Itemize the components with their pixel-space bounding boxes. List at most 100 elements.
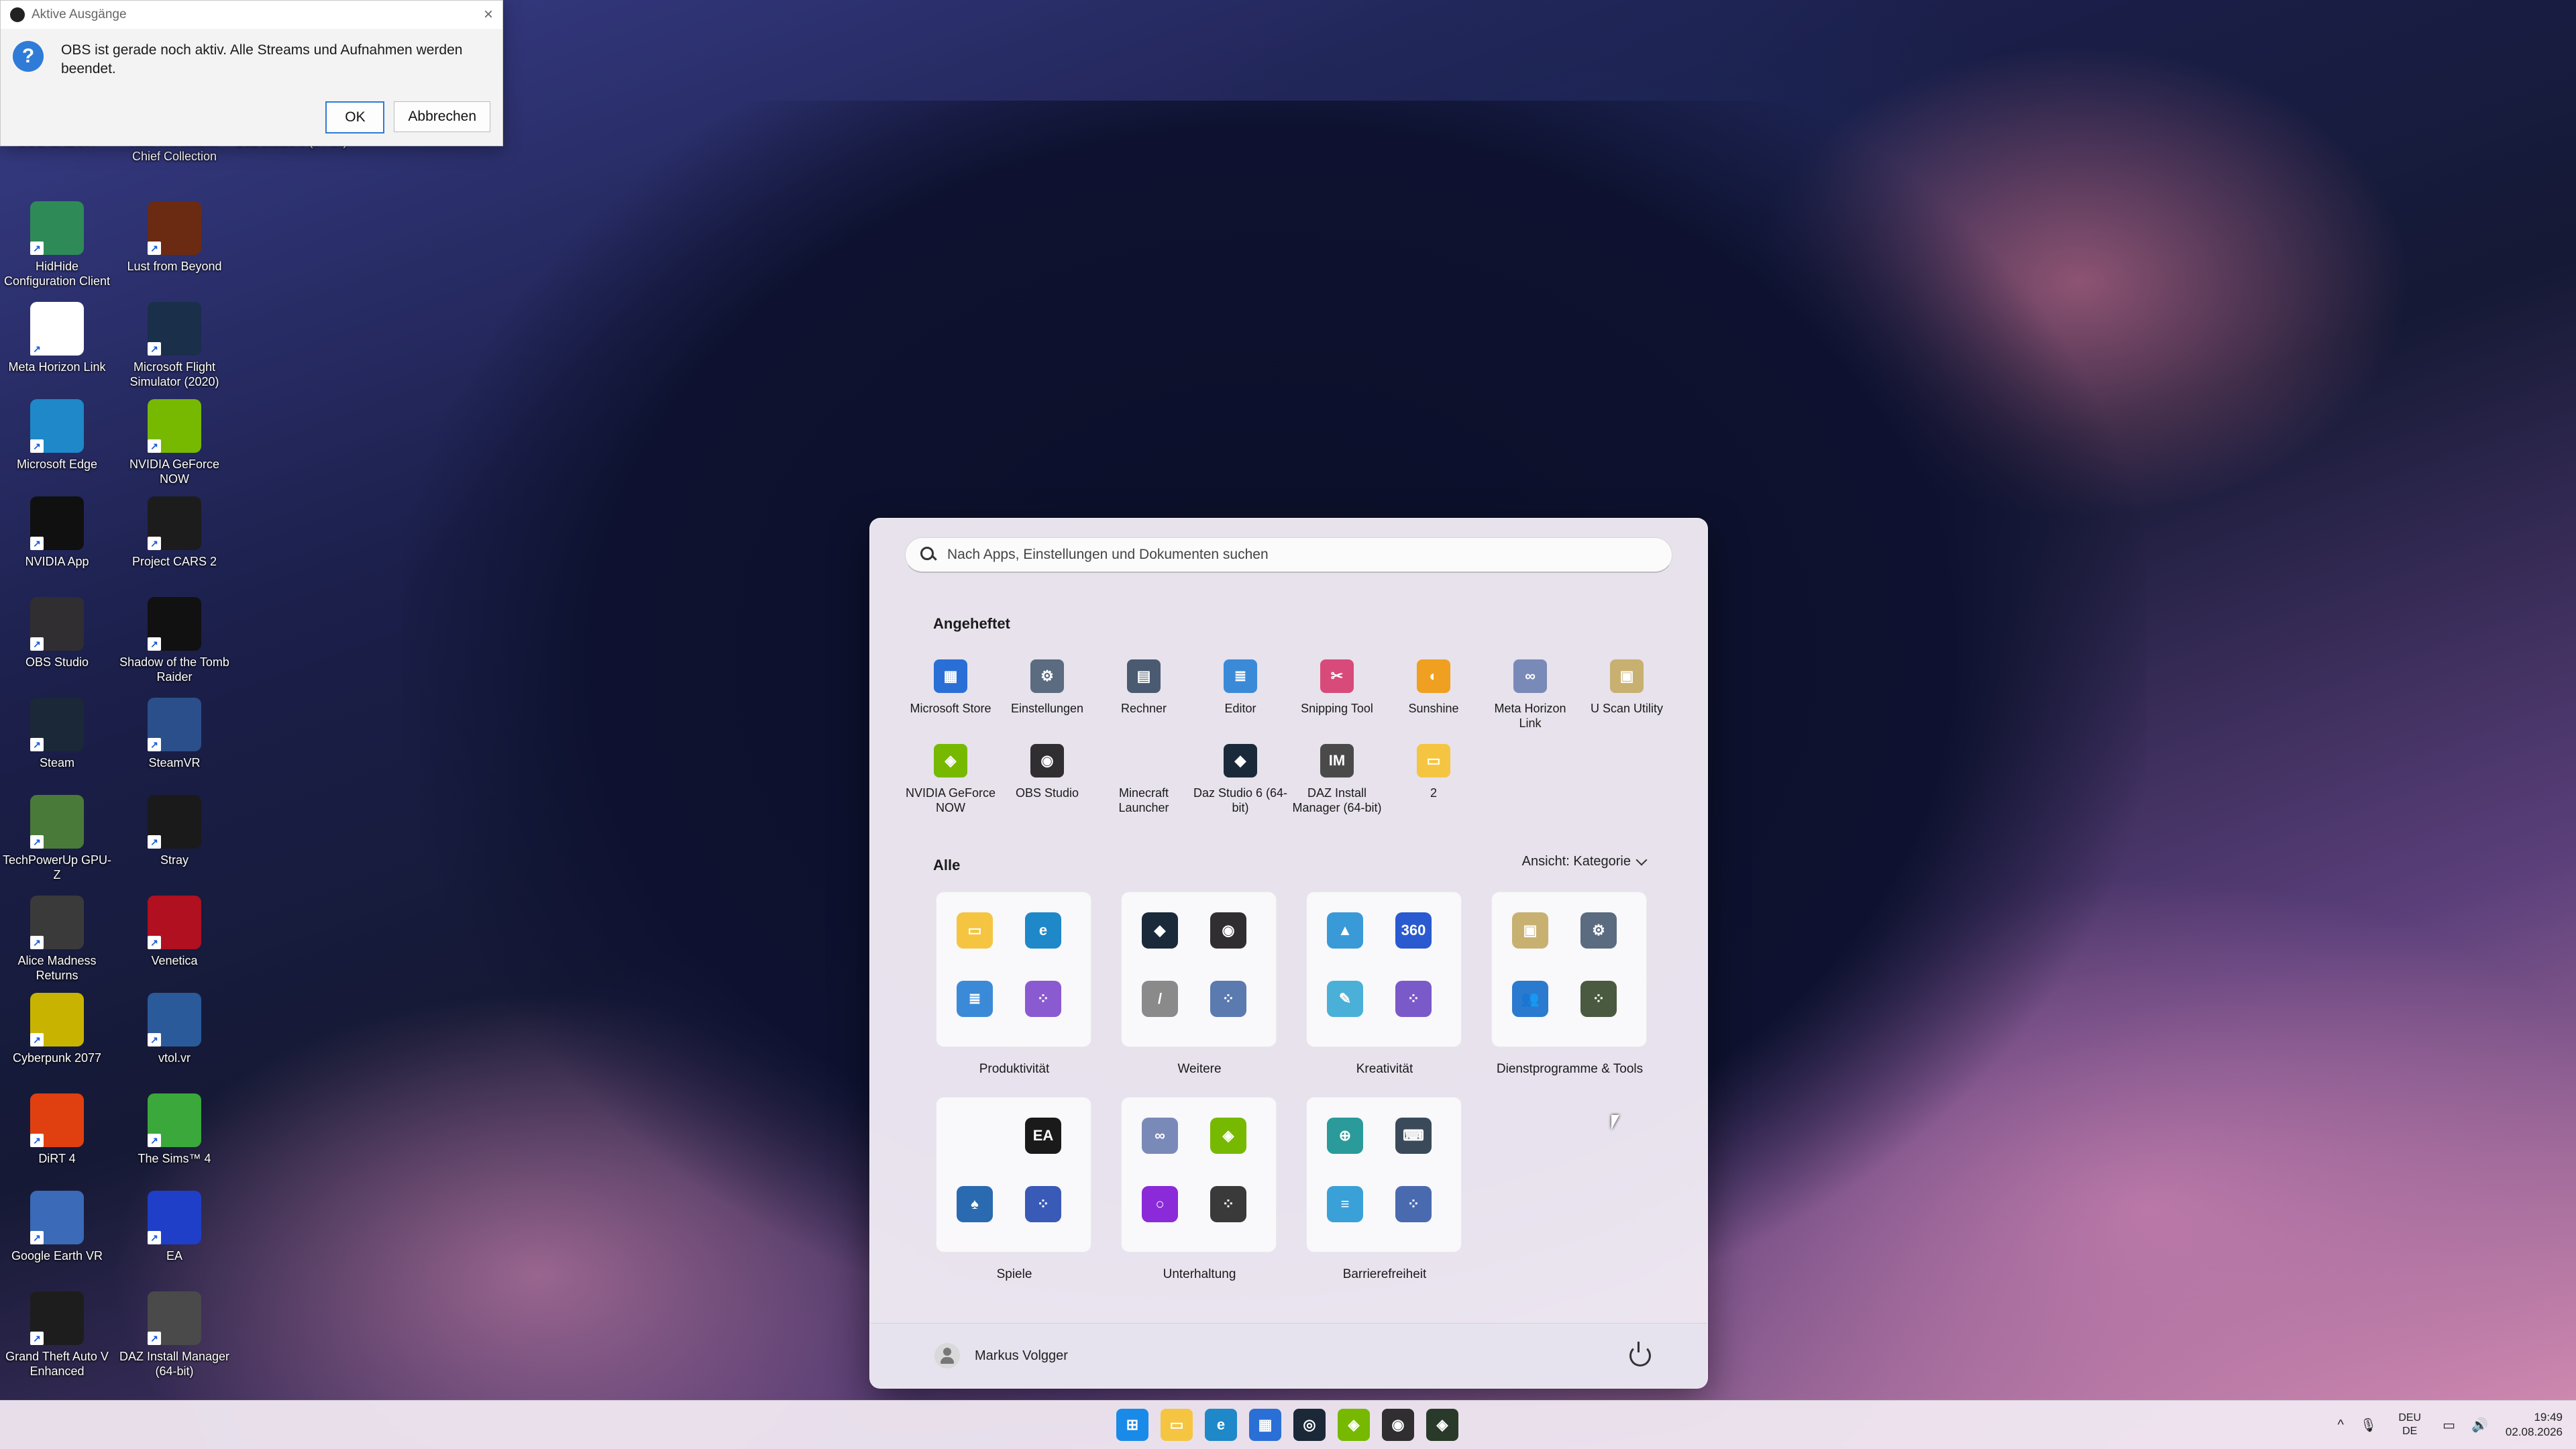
media-apps-icon[interactable]: ⁘ — [1210, 1186, 1246, 1222]
steam-icon[interactable]: ◎ — [1293, 1409, 1326, 1441]
desktop-shortcut[interactable]: ↗ NVIDIA App — [0, 496, 114, 569]
pinned-app[interactable]: ▤ Rechner — [1095, 659, 1192, 716]
desktop-shortcut[interactable]: ↗ Lust from Beyond — [117, 201, 231, 274]
category-box[interactable]: ▲ 360 ✎ ⁘ — [1306, 892, 1462, 1047]
category-box[interactable]: ◆ ◉ / ⁘ — [1121, 892, 1277, 1047]
live-captions-icon[interactable]: ≡ — [1327, 1186, 1363, 1222]
category-folder[interactable]: ▣ ⚙ 👥 ⁘ Dienstprogramme & Tools — [1491, 892, 1648, 1077]
cortana-icon[interactable]: ○ — [1142, 1186, 1178, 1222]
microphone-icon[interactable]: 🎙 — [2360, 1417, 2377, 1434]
desktop-shortcut[interactable]: ↗ Microsoft Edge — [0, 399, 114, 472]
more-apps-icon[interactable]: ⁘ — [1210, 981, 1246, 1017]
solitaire-icon[interactable]: ♠ — [957, 1186, 993, 1222]
network-icon[interactable]: ▭ — [2443, 1417, 2455, 1434]
desktop-shortcut[interactable]: ↗ Venetica — [117, 896, 231, 968]
desktop-shortcut[interactable]: ↗ Steam — [0, 698, 114, 770]
desktop-shortcut[interactable]: ↗ TechPowerUp GPU-Z — [0, 795, 114, 882]
office-apps-icon[interactable]: ⁘ — [1025, 981, 1061, 1017]
settings-icon[interactable]: ⚙ — [1580, 912, 1617, 949]
cancel-button[interactable]: Abbrechen — [394, 101, 490, 132]
category-box[interactable]: ▣ ⚙ 👥 ⁘ — [1491, 892, 1647, 1047]
category-folder[interactable]: ∞ ◈ ○ ⁘ Unterhaltung — [1121, 1097, 1278, 1282]
pen-icon[interactable]: / — [1142, 981, 1178, 1017]
desktop-shortcut[interactable]: ↗ Alice Madness Returns — [0, 896, 114, 983]
desktop-shortcut[interactable]: ↗ The Sims™ 4 — [117, 1093, 231, 1166]
windows-start-icon[interactable]: ⊞ — [1116, 1409, 1148, 1441]
meta-horizon-icon[interactable]: ∞ — [1142, 1118, 1178, 1154]
desktop-shortcut[interactable]: ↗ Shadow of the Tomb Raider — [117, 597, 231, 684]
desktop-shortcut[interactable]: ↗ HidHide Configuration Client — [0, 201, 114, 288]
obs-studio-icon[interactable]: ◉ — [1382, 1409, 1414, 1441]
games-more-icon[interactable]: ⁘ — [1025, 1186, 1061, 1222]
volume-icon[interactable]: 🔊 — [2471, 1417, 2488, 1434]
magnifier-icon[interactable]: ⊕ — [1327, 1118, 1363, 1154]
power-icon[interactable] — [1629, 1342, 1651, 1366]
pinned-app[interactable]: ≣ Editor — [1192, 659, 1289, 716]
pinned-app[interactable]: Minecraft Launcher — [1095, 744, 1192, 815]
pinned-app[interactable]: IM DAZ Install Manager (64-bit) — [1289, 744, 1385, 815]
category-folder[interactable]: EA ♠ ⁘ Spiele — [936, 1097, 1093, 1282]
pinned-app[interactable]: ▦ Microsoft Store — [902, 659, 999, 716]
category-folder[interactable]: ▲ 360 ✎ ⁘ Kreativität — [1306, 892, 1463, 1077]
pinned-app[interactable]: ▣ U Scan Utility — [1578, 659, 1675, 716]
category-box[interactable]: ∞ ◈ ○ ⁘ — [1121, 1097, 1277, 1252]
clipchamp-icon[interactable]: 360 — [1395, 912, 1432, 949]
category-box[interactable]: ⊕ ⌨ ≡ ⁘ — [1306, 1097, 1462, 1252]
store-icon[interactable]: ▦ — [1249, 1409, 1281, 1441]
nvidia-app-icon[interactable]: ◈ — [1426, 1409, 1458, 1441]
desktop-shortcut[interactable]: ↗ vtol.vr — [117, 993, 231, 1065]
start-search-box[interactable] — [905, 537, 1672, 573]
camera-apps-icon[interactable]: ⁘ — [1395, 981, 1432, 1017]
notepad-icon[interactable]: ≣ — [957, 981, 993, 1017]
pinned-app[interactable]: ◉ OBS Studio — [999, 744, 1095, 800]
category-box[interactable]: EA ♠ ⁘ — [936, 1097, 1091, 1252]
desktop-shortcut[interactable]: ↗ Microsoft Flight Simulator (2020) — [117, 302, 231, 389]
pinned-app[interactable]: ✂ Snipping Tool — [1289, 659, 1385, 716]
close-icon[interactable]: × — [484, 5, 493, 24]
accessibility-more-icon[interactable]: ⁘ — [1395, 1186, 1432, 1222]
u-scan-icon[interactable]: ▣ — [1512, 912, 1548, 949]
desktop-shortcut[interactable]: ↗ OBS Studio — [0, 597, 114, 669]
desktop-shortcut[interactable]: ↗ Google Earth VR — [0, 1191, 114, 1263]
desktop-shortcut[interactable]: ↗ DiRT 4 — [0, 1093, 114, 1166]
pinned-app[interactable]: ◈ NVIDIA GeForce NOW — [902, 744, 999, 815]
search-input[interactable] — [946, 546, 1619, 564]
user-avatar[interactable] — [934, 1343, 960, 1368]
clock[interactable]: 19:49 02.08.2026 — [2506, 1410, 2563, 1440]
tools-icon[interactable]: ⁘ — [1580, 981, 1617, 1017]
pinned-app[interactable]: ◆ Daz Studio 6 (64-bit) — [1192, 744, 1289, 815]
chevron-up-icon[interactable]: ^ — [2338, 1417, 2344, 1433]
file-explorer-icon[interactable]: ▭ — [957, 912, 993, 949]
desktop-shortcut[interactable]: ↗ EA — [117, 1191, 231, 1263]
pinned-app[interactable]: ▭ 2 — [1385, 744, 1482, 800]
photos-icon[interactable]: ▲ — [1327, 912, 1363, 949]
desktop-shortcut[interactable]: ↗ Cyberpunk 2077 — [0, 993, 114, 1065]
pinned-app[interactable]: ∞ Meta Horizon Link — [1482, 659, 1578, 731]
pinned-app[interactable]: ⚙ Einstellungen — [999, 659, 1095, 716]
desktop-shortcut[interactable]: ↗ Grand Theft Auto V Enhanced — [0, 1291, 114, 1379]
desktop-shortcut[interactable]: ↗ SteamVR — [117, 698, 231, 770]
desktop-shortcut[interactable]: ↗ Project CARS 2 — [117, 496, 231, 569]
ea-icon[interactable]: EA — [1025, 1118, 1061, 1154]
category-box[interactable]: ▭ e ≣ ⁘ — [936, 892, 1091, 1047]
edge-icon[interactable]: e — [1025, 912, 1061, 949]
blank-icon[interactable] — [957, 1118, 993, 1154]
category-folder[interactable]: ◆ ◉ / ⁘ Weitere — [1121, 892, 1278, 1077]
paint-icon[interactable]: ✎ — [1327, 981, 1363, 1017]
category-folder[interactable]: ▭ e ≣ ⁘ Produktivität — [936, 892, 1093, 1077]
ok-button[interactable]: OK — [325, 101, 385, 133]
geforce-now-icon[interactable]: ◈ — [1338, 1409, 1370, 1441]
quick-assist-icon[interactable]: 👥 — [1512, 981, 1548, 1017]
daz-studio-icon[interactable]: ◆ — [1142, 912, 1178, 949]
on-screen-keyboard-icon[interactable]: ⌨ — [1395, 1118, 1432, 1154]
pinned-app[interactable]: ◐ Sunshine — [1385, 659, 1482, 716]
desktop-shortcut[interactable]: ↗ NVIDIA GeForce NOW — [117, 399, 231, 486]
category-folder[interactable]: ⊕ ⌨ ≡ ⁘ Barrierefreiheit — [1306, 1097, 1463, 1282]
file-explorer-icon[interactable]: ▭ — [1161, 1409, 1193, 1441]
edge-icon[interactable]: e — [1205, 1409, 1237, 1441]
user-name[interactable]: Markus Volgger — [975, 1348, 1068, 1364]
desktop-shortcut[interactable]: ↗ Stray — [117, 795, 231, 867]
input-language[interactable]: DEU DE — [2398, 1411, 2421, 1438]
desktop-shortcut[interactable]: ↗ DAZ Install Manager (64-bit) — [117, 1291, 231, 1379]
desktop-shortcut[interactable]: ↗ Meta Horizon Link — [0, 302, 114, 374]
